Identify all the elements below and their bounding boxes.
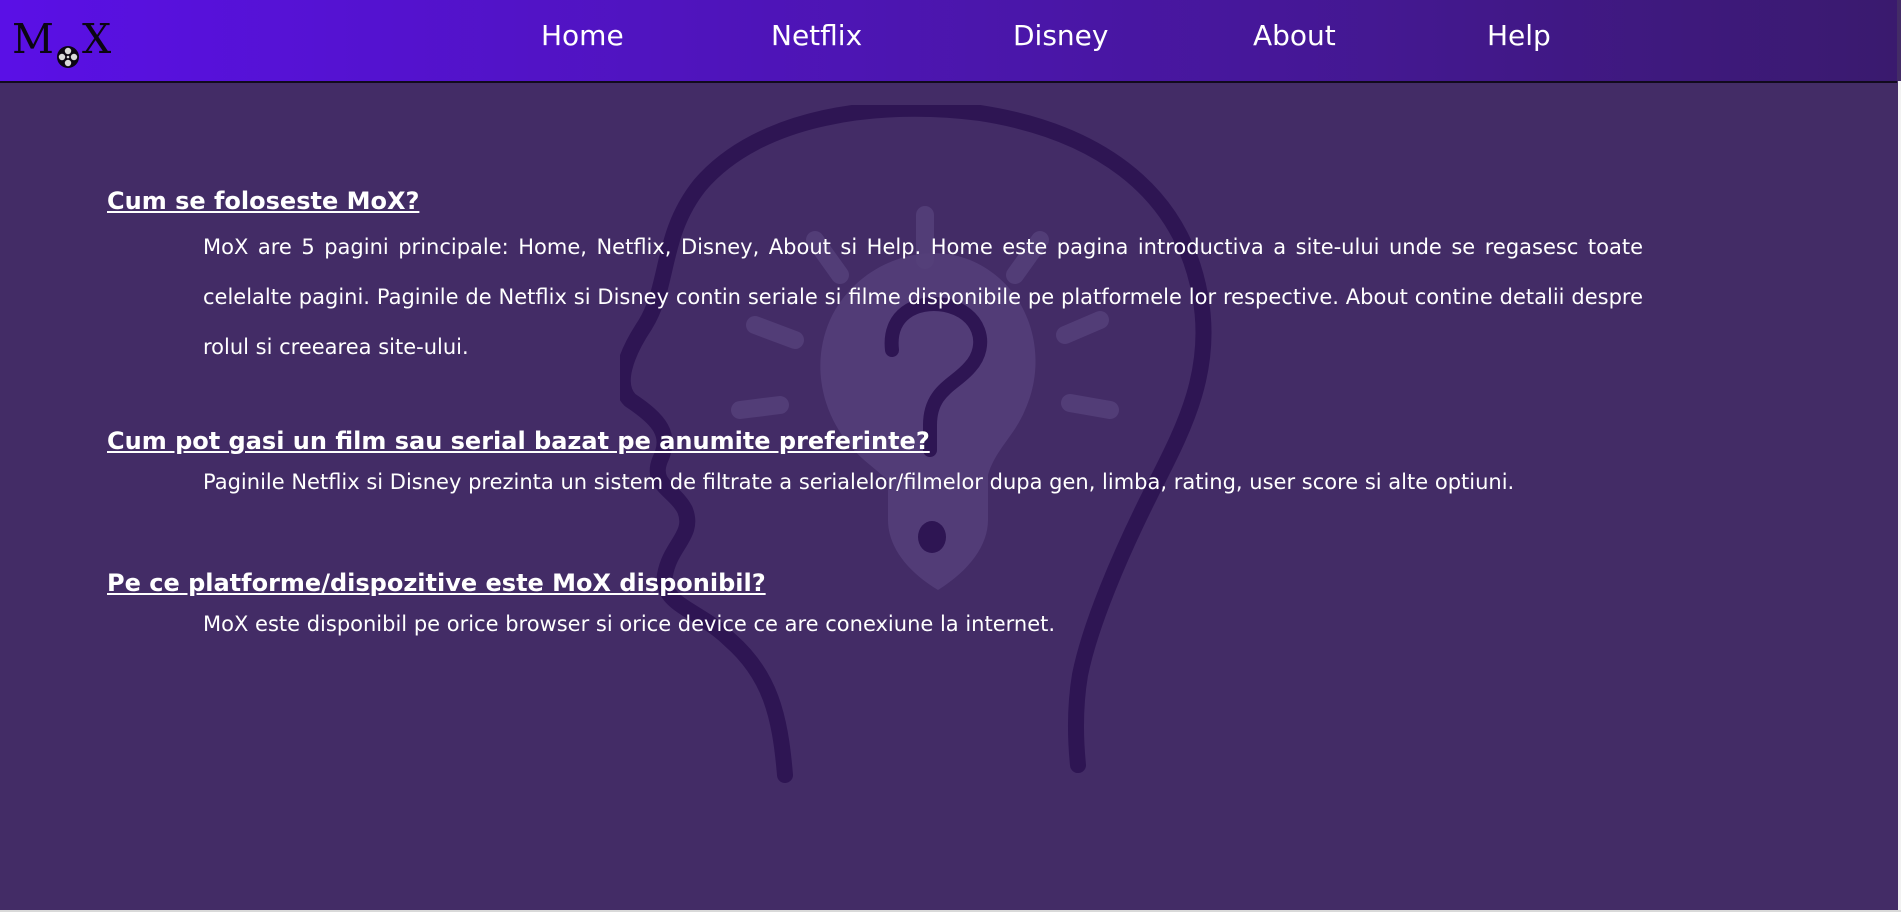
logo-letter-x: X (81, 14, 112, 63)
faq-answer: MoX este disponibil pe orice browser si … (203, 612, 1056, 636)
faq-answer: MoX are 5 pagini principale: Home, Netfl… (203, 235, 1643, 359)
faq-item: Pe ce platforme/dispozitive este MoX dis… (107, 562, 1643, 644)
faq-question: Cum se foloseste MoX? (107, 187, 420, 215)
nav-about[interactable]: About (1253, 18, 1336, 54)
nav-home[interactable]: Home (541, 18, 624, 54)
nav-disney[interactable]: Disney (1013, 18, 1108, 54)
faq-item: Cum se foloseste MoX? MoX are 5 pagini p… (107, 180, 1643, 372)
faq-question: Cum pot gasi un film sau serial bazat pe… (107, 427, 930, 455)
site-logo[interactable]: M X (12, 14, 112, 68)
film-reel-icon (56, 31, 80, 68)
faq-question: Pe ce platforme/dispozitive este MoX dis… (107, 569, 766, 597)
faq-answer: Paginile Netflix si Disney prezinta un s… (203, 470, 1515, 494)
logo-letter-m: M (12, 14, 54, 63)
nav-help[interactable]: Help (1487, 18, 1551, 54)
help-page: M X Home Netflix Disney About Help Cum s… (0, 0, 1901, 912)
nav-netflix[interactable]: Netflix (771, 18, 862, 54)
top-navbar: M X Home Netflix Disney About Help (0, 0, 1897, 83)
faq-item: Cum pot gasi un film sau serial bazat pe… (107, 420, 1643, 502)
